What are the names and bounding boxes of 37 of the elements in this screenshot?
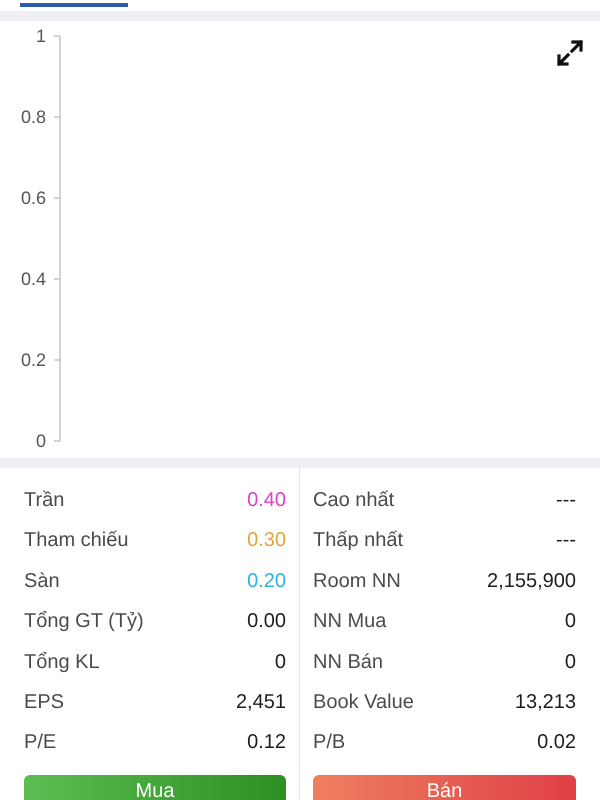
stat-value: 0.30: [247, 528, 286, 554]
stat-value: 13,213: [514, 690, 576, 715]
stat-label: Sàn: [24, 568, 60, 594]
buy-button[interactable]: Mua: [24, 774, 286, 800]
stat-value: 0.02: [537, 730, 576, 756]
stat-label: P/B: [313, 730, 346, 756]
stat-value: 0.12: [247, 730, 286, 756]
stat-value: 0.40: [247, 488, 286, 513]
stat-label: Tổng KL: [24, 650, 100, 675]
stat-label: Book Value: [313, 690, 414, 715]
stat-label: Tham chiếu: [24, 528, 128, 554]
stat-value: 0.20: [247, 568, 286, 594]
stat-label: EPS: [24, 690, 64, 715]
axis-tick-label: 1: [36, 26, 46, 46]
sell-button[interactable]: Bán: [313, 774, 576, 800]
axis-tick-label: 0.8: [20, 107, 46, 127]
axis-tick-label: 0.4: [20, 269, 46, 289]
stat-label: Tổng GT (Tỷ): [24, 609, 144, 634]
axis-tick-label: 0: [36, 431, 46, 451]
stat-value: 0: [564, 609, 576, 634]
axis-tick-label: 0.6: [20, 188, 46, 208]
stat-value: 0: [564, 650, 576, 675]
expand-icon[interactable]: [556, 39, 584, 67]
stat-label: Cao nhất: [313, 488, 394, 513]
stat-value: 0.00: [247, 609, 286, 634]
stat-label: P/E: [24, 730, 56, 756]
stat-value: ---: [556, 488, 576, 513]
stat-label: Room NN: [313, 568, 401, 594]
stat-label: NN Mua: [313, 609, 386, 634]
stat-value: ---: [556, 528, 576, 554]
axis-tick-label: 0.2: [20, 350, 46, 370]
stat-label: Thấp nhất: [313, 528, 404, 554]
stat-value: 0: [274, 650, 286, 675]
stat-value: 2,155,900: [487, 568, 576, 594]
stat-label: Trần: [24, 488, 64, 513]
stat-label: NN Bán: [313, 650, 384, 675]
stat-value: 2,451: [236, 690, 286, 715]
